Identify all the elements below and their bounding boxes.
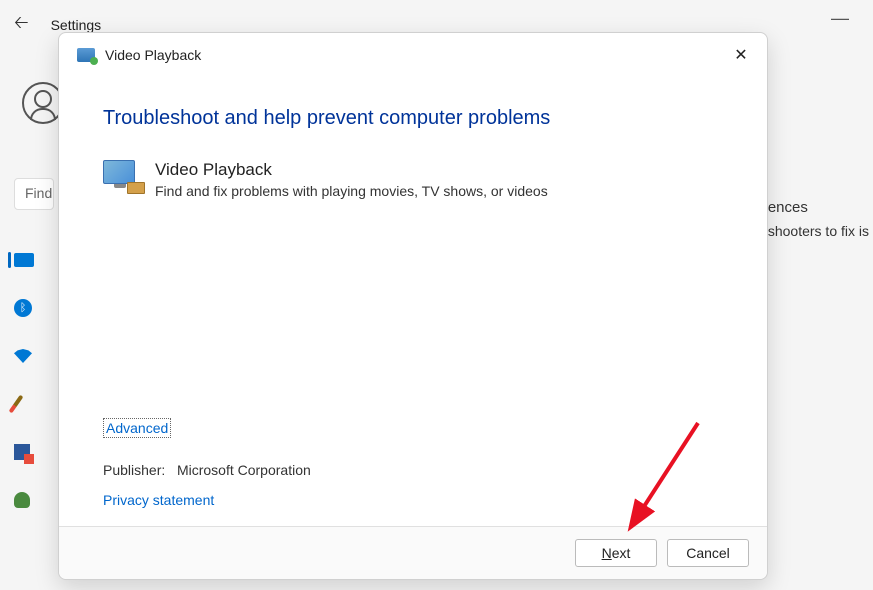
sidebar-item-apps[interactable] — [14, 442, 42, 462]
brush-icon — [9, 395, 24, 414]
troubleshooter-dialog: Video Playback ✕ Troubleshoot and help p… — [58, 32, 768, 580]
bluetooth-icon: ᛒ — [14, 299, 32, 317]
sidebar-item-system[interactable] — [14, 250, 42, 270]
advanced-link[interactable]: Advanced — [103, 418, 171, 438]
publisher-label: Publisher: — [103, 462, 165, 478]
right-text-line2: shooters to fix is — [768, 220, 869, 242]
apps-icon — [14, 444, 30, 460]
troubleshoot-title: Video Playback — [155, 160, 548, 180]
next-button[interactable]: Next — [575, 539, 657, 567]
monitor-icon — [14, 253, 34, 267]
dialog-body: Troubleshoot and help prevent computer p… — [59, 73, 767, 526]
publisher-row: Publisher: Microsoft Corporation — [103, 462, 311, 478]
sidebar-item-network[interactable] — [14, 346, 42, 366]
wifi-icon — [14, 349, 32, 363]
minimize-icon[interactable]: — — [831, 8, 851, 10]
sidebar-item-bluetooth[interactable]: ᛒ — [14, 298, 42, 318]
right-text-line1: ences — [768, 196, 869, 220]
publisher-value: Microsoft Corporation — [177, 462, 311, 478]
person-icon — [14, 492, 30, 508]
settings-sidebar: ᛒ — [14, 250, 42, 510]
search-input[interactable]: Find — [14, 178, 54, 210]
video-playback-titlebar-icon — [77, 48, 95, 62]
dialog-window-title: Video Playback — [105, 47, 201, 63]
next-label-rest: ext — [612, 545, 631, 561]
privacy-statement-link[interactable]: Privacy statement — [103, 492, 214, 508]
sidebar-item-accounts[interactable] — [14, 490, 42, 510]
troubleshoot-text: Video Playback Find and fix problems wit… — [155, 160, 548, 199]
dialog-heading: Troubleshoot and help prevent computer p… — [103, 107, 723, 130]
back-arrow-icon[interactable]: 🡠 — [10, 6, 33, 44]
sidebar-item-personalization[interactable] — [14, 394, 42, 414]
dialog-footer: Next Cancel — [59, 526, 767, 579]
video-playback-icon — [103, 160, 141, 192]
troubleshoot-item: Video Playback Find and fix problems wit… — [103, 160, 723, 199]
right-panel-text: ences shooters to fix is — [768, 196, 869, 242]
close-button[interactable]: ✕ — [731, 47, 751, 67]
troubleshoot-description: Find and fix problems with playing movie… — [155, 183, 548, 199]
cancel-button[interactable]: Cancel — [667, 539, 749, 567]
settings-title: Settings — [51, 17, 102, 33]
dialog-titlebar: Video Playback ✕ — [59, 33, 767, 73]
